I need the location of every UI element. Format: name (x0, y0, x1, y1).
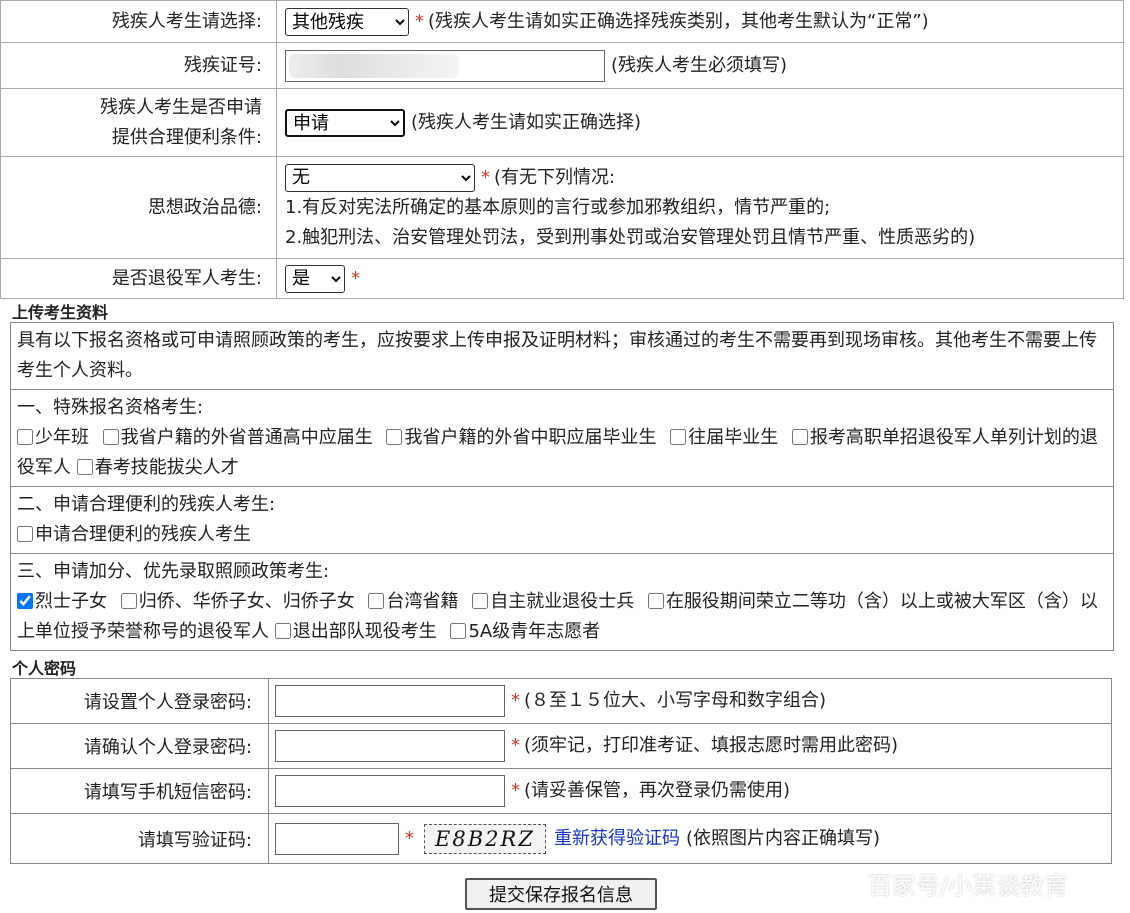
sms-password-cell: * (请妥善保管，再次登录仍需使用) (268, 768, 1112, 814)
checkbox[interactable] (791, 429, 808, 445)
checkbox[interactable] (102, 429, 119, 445)
politics-item-2: 2.触犯刑法、治安管理处罚法，受到刑事处罚或治安管理处罚且情节严重、性质恶劣的) (285, 226, 976, 248)
bonus-policy-options: 烈士子女 归侨、华侨子女、归侨子女 台湾省籍 自主就业退役士兵 在服役期间荣立二… (17, 587, 1107, 647)
special-eligibility-heading: 一、特殊报名资格考生: (17, 397, 204, 418)
checkbox[interactable] (120, 593, 137, 609)
checkbox[interactable] (386, 429, 403, 445)
checkbox[interactable] (17, 429, 33, 445)
option-overseas-chinese[interactable]: 归侨、华侨子女、归侨子女 (120, 591, 355, 612)
option-5a-volunteer[interactable]: 5A级青年志愿者 (450, 621, 600, 642)
option-outprov-highschool[interactable]: 我省户籍的外省普通高中应届生 (102, 427, 373, 448)
option-past-graduate[interactable]: 往届毕业生 (670, 427, 778, 448)
upload-section-title: 上传考生资料 (12, 303, 109, 322)
set-password-input[interactable] (275, 685, 505, 717)
bonus-policy-heading: 三、申请加分、优先录取照顾政策考生: (17, 561, 330, 582)
accommodation-label: 残疾人考生是否申请 提供合理便利条件: (0, 88, 277, 157)
special-eligibility-group: 一、特殊报名资格考生: 少年班 我省户籍的外省普通高中应届生 我省户籍的外省中职… (11, 390, 1113, 487)
politics-select[interactable]: 无 (285, 163, 475, 192)
option-disabled-accommodation[interactable]: 申请合理便利的残疾人考生 (17, 524, 251, 545)
politics-item-1: 1.有反对宪法所确定的基本原则的言行或参加邪教组织，情节严重的; (285, 196, 831, 218)
set-password-label: 请设置个人登录密码: (10, 678, 269, 724)
checkbox[interactable] (368, 593, 385, 609)
required-mark: * (481, 166, 490, 188)
captcha-cell: * E8B2RZ 重新获得验证码 (依照图片内容正确填写) (268, 813, 1112, 864)
refresh-captcha-link[interactable]: 重新获得验证码 (554, 828, 680, 849)
veteran-label: 是否退役军人考生: (0, 258, 277, 299)
required-mark: * (511, 690, 520, 711)
required-mark: * (511, 780, 520, 801)
required-mark: * (415, 11, 424, 32)
captcha-note: (依照图片内容正确填写) (686, 827, 881, 849)
accommodation-select[interactable]: 申请 (285, 109, 405, 137)
confirm-password-label: 请确认个人登录密码: (10, 723, 269, 769)
option-self-employed-veteran[interactable]: 自主就业退役士兵 (472, 591, 634, 612)
submit-button[interactable]: 提交保存报名信息 (465, 878, 657, 910)
accommodation-cell: 申请 (残疾人考生请如实正确选择) (276, 88, 1124, 157)
set-password-note: (８至１５位大、小写字母和数字组合) (524, 690, 827, 711)
checkbox[interactable] (450, 623, 467, 639)
sms-password-note: (请妥善保管，再次登录仍需使用) (524, 780, 791, 801)
disabled-accommodation-heading: 二、申请合理便利的残疾人考生: (17, 494, 276, 515)
disability-id-note: (残疾人考生必须填写) (611, 54, 788, 76)
required-mark: * (511, 735, 520, 756)
set-password-cell: * (８至１５位大、小写字母和数字组合) (268, 678, 1112, 724)
disability-id-label: 残疾证号: (0, 42, 277, 89)
option-juvenile-class[interactable]: 少年班 (17, 427, 89, 448)
sms-password-label: 请填写手机短信密码: (10, 768, 269, 814)
veteran-select[interactable]: 是 (285, 264, 345, 293)
politics-cell: 无 * (有无下列情况: 1.有反对宪法所确定的基本原则的言行或参加邪教组织，情节… (276, 156, 1124, 259)
checkbox[interactable] (647, 593, 664, 609)
option-outprov-vocational[interactable]: 我省户籍的外省中职应届毕业生 (386, 427, 656, 448)
politics-label: 思想政治品德: (0, 156, 277, 259)
blurred-region (289, 53, 459, 78)
checkbox[interactable] (472, 593, 489, 609)
disability-type-note: (残疾人考生请如实正确选择残疾类别，其他考生默认为“正常”) (428, 11, 929, 32)
disability-id-cell: (残疾人考生必须填写) (276, 42, 1124, 89)
captcha-image: E8B2RZ (424, 823, 546, 854)
captcha-label: 请填写验证码: (10, 813, 269, 864)
special-eligibility-options: 少年班 我省户籍的外省普通高中应届生 我省户籍的外省中职应届毕业生 往届毕业生 … (17, 423, 1107, 483)
option-spring-exam-talent[interactable]: 春考技能拔尖人才 (76, 457, 239, 478)
checkbox[interactable] (670, 429, 687, 445)
option-taiwan[interactable]: 台湾省籍 (368, 591, 458, 612)
password-table: 请设置个人登录密码: * (８至１５位大、小写字母和数字组合) 请确认个人登录密码… (10, 678, 1112, 864)
confirm-password-note: (须牢记，打印准考证、填报志愿时需用此密码) (524, 735, 899, 756)
disability-type-cell: 其他残疾 * (残疾人考生请如实正确选择残疾类别，其他考生默认为“正常”) (276, 0, 1124, 43)
basic-info-table: 残疾人考生请选择: 其他残疾 * (残疾人考生请如实正确选择残疾类别，其他考生默认… (0, 0, 1124, 299)
upload-intro: 具有以下报名资格或可申请照顾政策的考生，应按要求上传申报及证明材料；审核通过的考… (11, 323, 1113, 390)
confirm-password-input[interactable] (275, 730, 505, 762)
captcha-input[interactable] (275, 822, 399, 855)
checkbox[interactable] (76, 459, 93, 475)
disabled-accommodation-group: 二、申请合理便利的残疾人考生: 申请合理便利的残疾人考生 (11, 487, 1113, 554)
sms-password-input[interactable] (275, 775, 505, 807)
option-discharged-soldier[interactable]: 退出部队现役考生 (274, 621, 437, 642)
required-mark: * (351, 267, 360, 289)
required-mark: * (405, 827, 414, 849)
bonus-policy-group: 三、申请加分、优先录取照顾政策考生: 烈士子女 归侨、华侨子女、归侨子女 台湾省… (11, 554, 1113, 650)
veteran-cell: 是 * (276, 258, 1124, 299)
option-martyr-children[interactable]: 烈士子女 (17, 591, 107, 612)
confirm-password-cell: * (须牢记，打印准考证、填报志愿时需用此密码) (268, 723, 1112, 769)
upload-section: 具有以下报名资格或可申请照顾政策的考生，应按要求上传申报及证明材料；审核通过的考… (10, 322, 1114, 651)
politics-note: (有无下列情况: (494, 166, 616, 188)
disability-type-label: 残疾人考生请选择: (0, 0, 277, 43)
checkbox[interactable] (274, 623, 291, 639)
disability-type-select[interactable]: 其他残疾 (285, 8, 409, 36)
checkbox[interactable] (17, 526, 33, 542)
password-section-title: 个人密码 (12, 659, 77, 678)
watermark: 百家号/小莱谈教育 (868, 872, 1069, 900)
checkbox[interactable] (17, 593, 33, 609)
accommodation-note: (残疾人考生请如实正确选择) (411, 112, 642, 133)
